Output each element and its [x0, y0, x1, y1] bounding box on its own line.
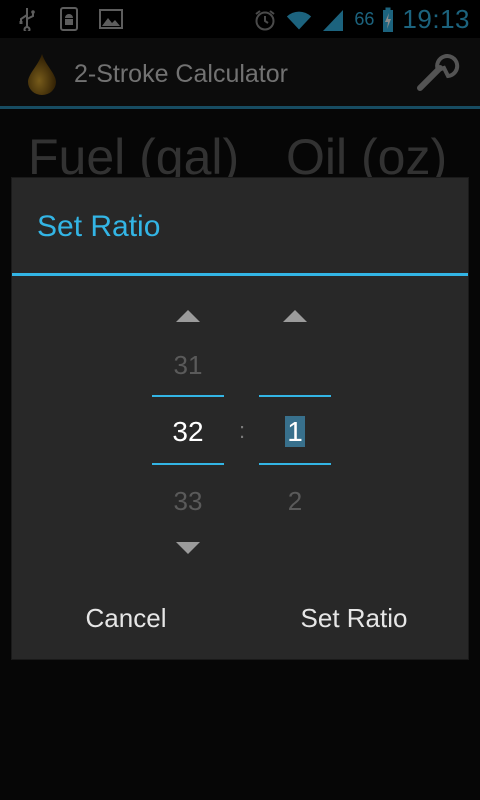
picker-value-below[interactable]: 2 — [259, 486, 331, 517]
ratio-oil-picker[interactable]: 1 2 — [259, 298, 331, 578]
ratio-fuel-picker[interactable]: 31 32 33 — [152, 298, 224, 578]
decrement-arrow-icon[interactable] — [176, 542, 200, 554]
increment-arrow-icon[interactable] — [176, 310, 200, 322]
dialog-title: Set Ratio — [37, 210, 161, 243]
set-ratio-button[interactable]: Set Ratio — [240, 583, 468, 653]
picker-input-text[interactable]: 1 — [285, 416, 305, 447]
ratio-separator: : — [239, 418, 246, 443]
selection-line-top — [152, 395, 224, 397]
selection-line-bottom — [152, 463, 224, 465]
picker-value-above[interactable]: 31 — [152, 350, 224, 381]
dialog-title-divider — [12, 273, 468, 276]
selection-line-bottom — [259, 463, 331, 465]
picker-value-below[interactable]: 33 — [152, 486, 224, 517]
picker-value-selected[interactable]: 32 — [152, 416, 224, 448]
picker-value-selected[interactable]: 1 — [259, 416, 331, 448]
selection-line-top — [259, 395, 331, 397]
increment-arrow-icon[interactable] — [283, 310, 307, 322]
set-ratio-dialog: Set Ratio 31 32 33 : 1 2 Cancel Set Rati… — [12, 178, 468, 659]
cancel-button[interactable]: Cancel — [12, 583, 240, 653]
